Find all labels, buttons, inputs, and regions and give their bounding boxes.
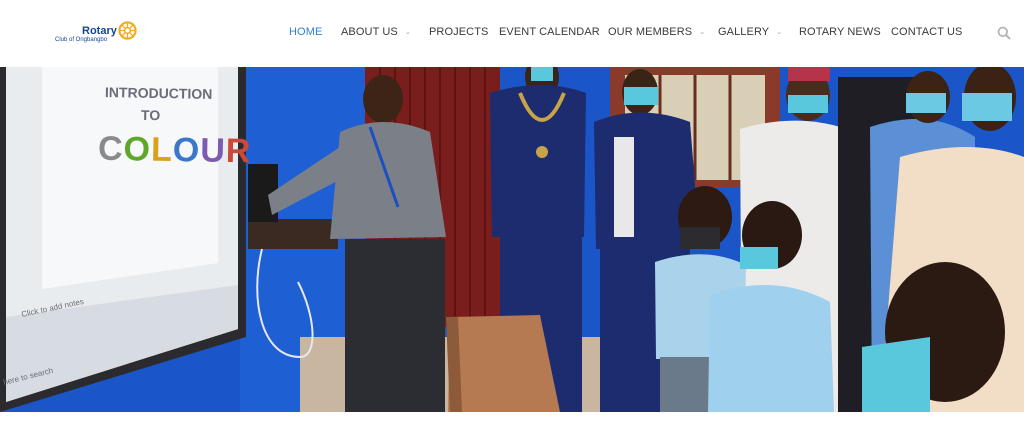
nav-gallery[interactable]: GALLERY ⌄ (718, 26, 782, 38)
logo-wordmark: Rotary (82, 25, 117, 37)
logo-club-name: Club of Ongbangbo (55, 37, 108, 43)
rotary-wheel-icon (118, 21, 137, 40)
hero-image: Click to add notes here to search INTROD… (0, 67, 1024, 412)
nav-gallery-label: GALLERY (718, 26, 770, 38)
search-icon[interactable] (997, 26, 1011, 40)
board-colour-letter: O (123, 130, 152, 169)
nav-home[interactable]: HOME (289, 26, 322, 38)
chevron-down-icon: ⌄ (699, 29, 706, 36)
board-title-line1: INTRODUCTION (104, 84, 213, 102)
chevron-down-icon: ⌄ (404, 29, 411, 36)
board-colour-letter: O (172, 130, 201, 170)
board-colour-letter: C (97, 129, 124, 169)
nav-contact-us[interactable]: CONTACT US (891, 26, 963, 38)
nav-rotary-news[interactable]: ROTARY NEWS (799, 26, 881, 38)
board-colour-letter: R (225, 131, 252, 171)
nav-our-members-label: OUR MEMBERS (608, 26, 693, 38)
below-hero-area (0, 412, 1024, 441)
nav-our-members[interactable]: OUR MEMBERS ⌄ (608, 26, 705, 38)
nav-about-us-label: ABOUT US (341, 26, 398, 38)
board-colour-letter: U (199, 131, 227, 170)
board-colour-letter: L (150, 130, 174, 169)
site-header: Rotary Club of Ongbangbo HOME ABOUT US ⌄ … (0, 0, 1024, 66)
board-title-line2: TO (140, 106, 161, 124)
board-colour-word: COLOUR (98, 130, 252, 172)
chevron-down-icon: ⌄ (776, 29, 783, 36)
nav-projects[interactable]: PROJECTS (429, 26, 488, 38)
nav-about-us[interactable]: ABOUT US ⌄ (341, 26, 411, 38)
nav-event-calendar[interactable]: EVENT CALENDAR (499, 26, 600, 38)
rotary-logo[interactable]: Rotary Club of Ongbangbo (55, 20, 145, 46)
